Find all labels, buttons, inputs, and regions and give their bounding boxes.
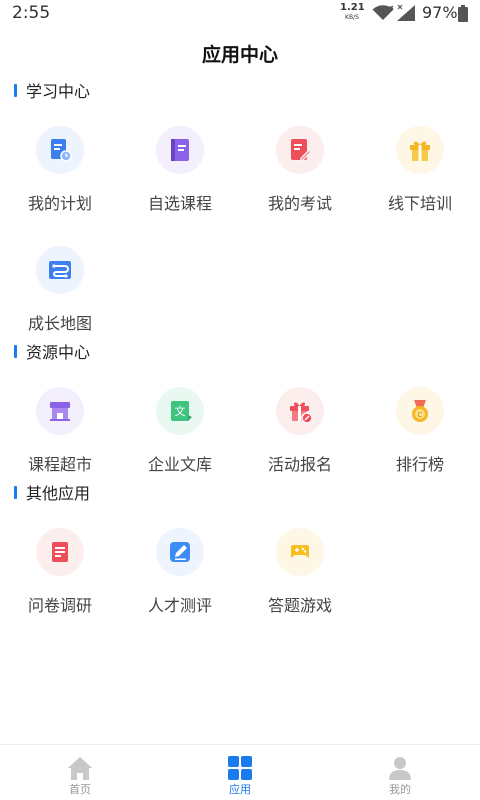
app-enterprise-library[interactable]: 文 企业文库 [120, 387, 240, 487]
section-header-other: 其他应用 [14, 482, 91, 503]
gift-icon [396, 126, 444, 174]
bottom-nav: 首页 应用 我的 [0, 744, 480, 800]
plan-icon [36, 126, 84, 174]
profile-icon [389, 757, 411, 780]
battery-icon [458, 5, 468, 22]
svg-text:C: C [418, 411, 423, 419]
course-book-icon [156, 126, 204, 174]
nav-home[interactable]: 首页 [0, 745, 160, 800]
section-title: 学习中心 [26, 82, 91, 101]
app-growth-map[interactable]: 成长地图 [0, 246, 120, 346]
app-leaderboard[interactable]: C 排行榜 [360, 387, 480, 487]
app-label: 问卷调研 [27, 596, 92, 615]
nav-label: 我的 [389, 783, 411, 796]
network-speed-unit: KB/S [345, 14, 359, 21]
app-label: 企业文库 [147, 455, 212, 474]
section-accent-bar [14, 83, 17, 97]
exam-icon [276, 126, 324, 174]
app-event-signup[interactable]: 活动报名 [240, 387, 360, 487]
activity-gift-icon [276, 387, 324, 435]
cell-signal-icon [397, 4, 415, 21]
app-label: 排行榜 [395, 455, 444, 474]
store-icon [36, 387, 84, 435]
nav-label: 首页 [69, 783, 91, 796]
home-icon [68, 757, 92, 780]
edit-icon [156, 528, 204, 576]
svg-text:文: 文 [175, 404, 186, 418]
app-label: 活动报名 [267, 455, 332, 474]
app-label: 我的计划 [27, 194, 92, 213]
section-accent-bar [14, 344, 17, 358]
section-header-learning: 学习中心 [14, 80, 91, 101]
wifi-icon [372, 5, 394, 20]
app-label: 我的考试 [267, 194, 332, 213]
app-talent-assessment[interactable]: 人才测评 [120, 528, 240, 628]
map-icon [36, 246, 84, 294]
nav-label: 应用 [229, 783, 251, 796]
nav-apps[interactable]: 应用 [160, 745, 320, 800]
app-label: 答题游戏 [267, 596, 332, 615]
app-label: 成长地图 [27, 314, 92, 333]
app-label: 自选课程 [147, 194, 212, 213]
app-my-exam[interactable]: 我的考试 [240, 126, 360, 226]
app-offline-training[interactable]: 线下培训 [360, 126, 480, 226]
status-time: 2:55 [12, 3, 51, 23]
section-header-resources: 资源中心 [14, 341, 91, 362]
app-my-plan[interactable]: 我的计划 [0, 126, 120, 226]
battery-percent: 97% [422, 3, 458, 22]
section-title: 资源中心 [26, 343, 91, 362]
apps-grid-icon [228, 756, 252, 780]
section-title: 其他应用 [26, 484, 91, 503]
network-speed-value: 1.21 [340, 2, 365, 13]
medal-icon: C [396, 387, 444, 435]
page-title: 应用中心 [201, 44, 278, 66]
app-label: 线下培训 [387, 194, 452, 213]
status-bar: 2:55 1.21 KB/S 97% [0, 0, 480, 26]
nav-profile[interactable]: 我的 [320, 745, 480, 800]
app-label: 课程超市 [27, 455, 92, 474]
app-course-market[interactable]: 课程超市 [0, 387, 120, 487]
section-accent-bar [14, 485, 17, 499]
app-survey[interactable]: 问卷调研 [0, 528, 120, 628]
app-label: 人才测评 [147, 596, 212, 615]
network-speed: 1.21 KB/S [340, 2, 365, 22]
survey-icon [36, 528, 84, 576]
app-elective-course[interactable]: 自选课程 [120, 126, 240, 226]
gamepad-icon [276, 528, 324, 576]
library-icon: 文 [156, 387, 204, 435]
app-quiz-game[interactable]: 答题游戏 [240, 528, 360, 628]
